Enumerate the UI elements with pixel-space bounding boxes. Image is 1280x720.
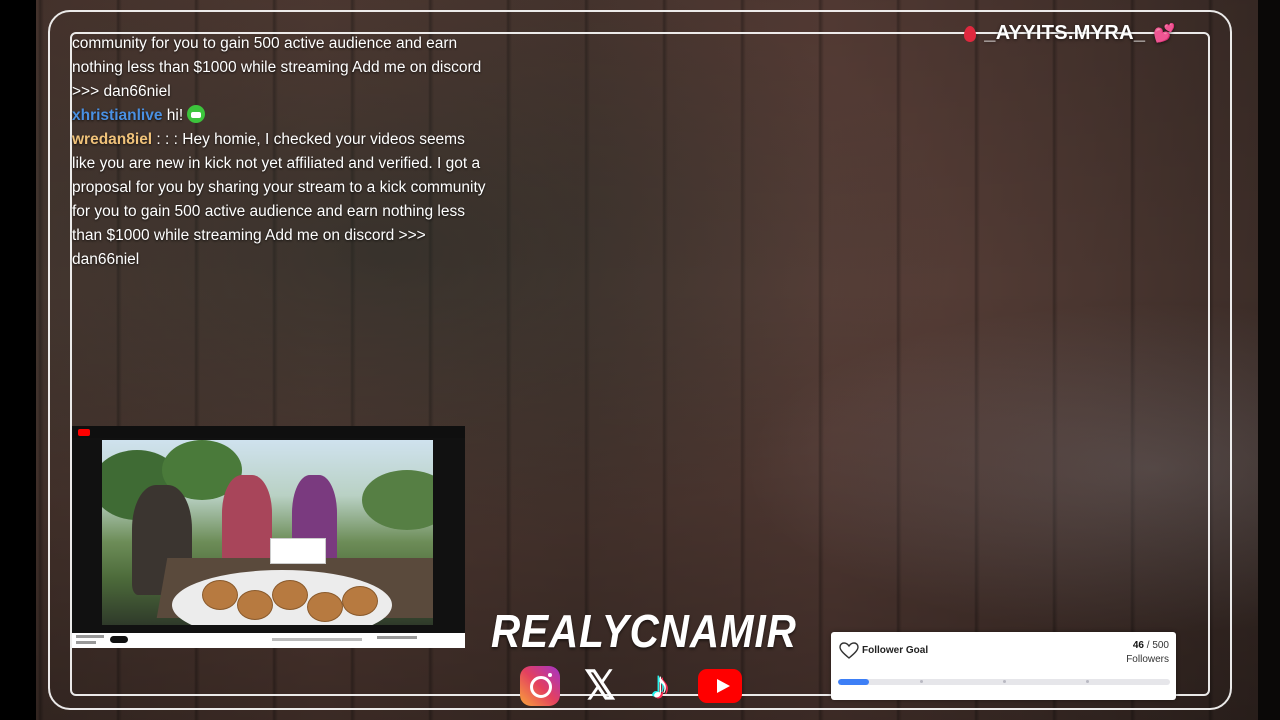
chat-message: wredan8iel : : : Hey homie, I checked yo…: [72, 128, 492, 272]
right-letterbox: [1258, 0, 1280, 720]
chat-message: community for you to gain 500 active aud…: [72, 32, 492, 104]
chat-message-text: hi!: [162, 107, 184, 124]
subscribe-button: [110, 636, 128, 643]
progress-tick: [1003, 680, 1006, 683]
progress-tick: [1086, 680, 1089, 683]
follower-goal-count: 46 / 500 Followers: [1126, 639, 1169, 667]
channel-name-badge: _AYYITS.MYRA_ 💕: [964, 22, 1176, 45]
location-pin-icon: [964, 25, 977, 42]
video-player: [72, 438, 465, 633]
video-popup: [270, 538, 326, 564]
x-icon: 𝕏: [583, 664, 617, 708]
follower-count-current: 46: [1132, 640, 1144, 651]
follower-goal-title: Follower Goal: [862, 645, 929, 656]
progress-tick: [920, 680, 923, 683]
follower-count-unit: Followers: [1126, 654, 1169, 665]
tiktok-icon: ♪: [650, 665, 670, 707]
chat-overlay: community for you to gain 500 active aud…: [72, 32, 492, 272]
follower-count-target: 500: [1152, 640, 1169, 651]
shared-video-window: [72, 426, 465, 648]
chat-username: xhristianlive: [72, 107, 163, 124]
channel-name: _AYYITS.MYRA_: [984, 22, 1146, 44]
follower-goal-progress-fill: [838, 679, 869, 685]
youtube-icon: [698, 666, 742, 706]
video-meta-bar: [72, 633, 465, 648]
left-letterbox: [0, 0, 36, 720]
streamer-brand-title: REALYCNAMIR: [491, 605, 797, 657]
chat-message-text: community for you to gain 500 active aud…: [72, 35, 482, 100]
green-emote-icon: [187, 105, 206, 123]
follower-goal-progress-track: [838, 679, 1170, 685]
heart-outline-icon: [839, 642, 859, 659]
chat-message-text: : : : Hey homie, I checked your videos s…: [72, 131, 486, 268]
heart-icon: 💕: [1153, 23, 1176, 43]
social-icons: 𝕏 ♪: [518, 666, 742, 706]
chat-username: wredan8iel: [72, 131, 153, 148]
video-frame-image: [102, 440, 433, 625]
follower-goal-widget: Follower Goal 46 / 500 Followers: [831, 632, 1176, 700]
youtube-logo-icon: [78, 428, 90, 436]
chat-message: xhristianlive hi!: [72, 104, 492, 128]
instagram-icon: [518, 666, 562, 706]
youtube-header: [72, 426, 465, 438]
